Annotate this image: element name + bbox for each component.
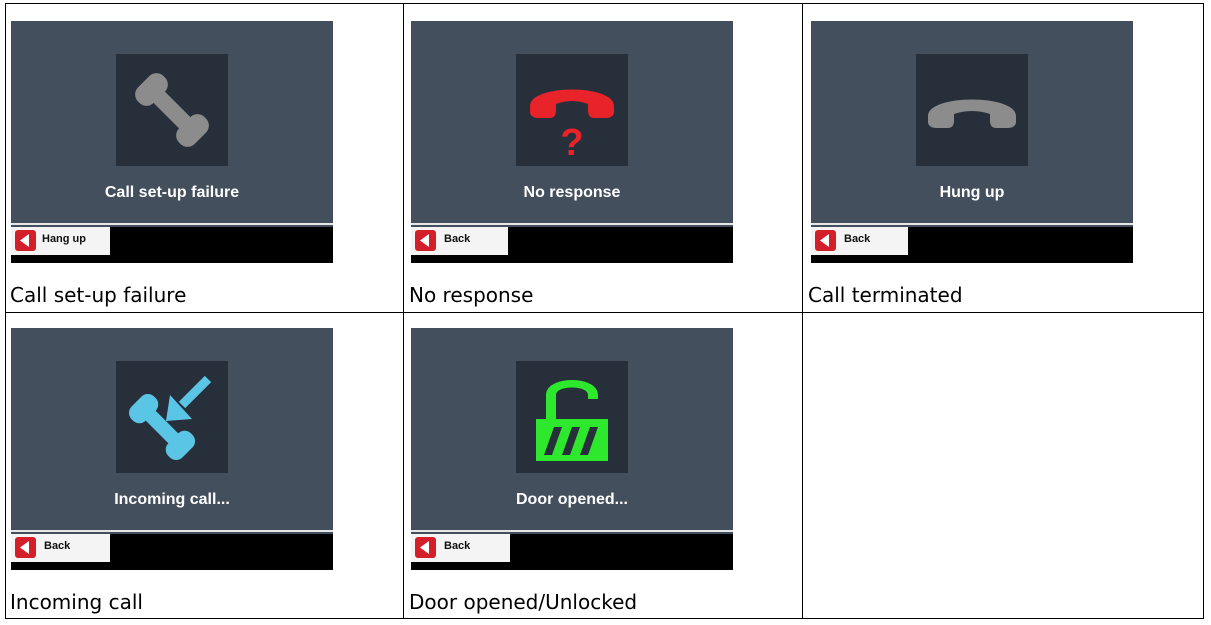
caption-call-terminated: Call terminated [808, 283, 963, 307]
screen-hung-up: Hung up Back [811, 21, 1133, 263]
screen-title: Door opened... [516, 491, 628, 508]
table-border-bottom [5, 618, 1204, 619]
back-arrow-icon [415, 537, 436, 558]
table-border-top [5, 3, 1204, 4]
table-border-row1 [5, 312, 1204, 313]
hang-up-button[interactable]: Hang up [11, 227, 110, 255]
svg-text:?: ? [560, 122, 583, 164]
button-label: Back [444, 233, 471, 245]
back-button[interactable]: Back [11, 534, 110, 562]
button-label: Back [444, 540, 471, 552]
back-arrow-icon [15, 537, 36, 558]
back-arrow-icon [815, 230, 836, 251]
incoming-call-icon [128, 375, 212, 461]
back-arrow-icon [15, 230, 36, 251]
screen-divider [811, 223, 1133, 225]
screen-title: Call set-up failure [104, 184, 240, 201]
screen-incoming-call: Incoming call... Back [11, 328, 333, 570]
icon-panel [116, 361, 228, 473]
table-border-col2 [802, 3, 803, 619]
states-table: Call set-up failure Hang up Call set-up … [5, 3, 1204, 619]
screen-title: No response [523, 184, 621, 201]
button-label: Back [844, 233, 871, 245]
table-border-right [1203, 3, 1204, 619]
back-button[interactable]: Back [811, 227, 908, 255]
screen-call-setup-failure: Call set-up failure Hang up [11, 21, 333, 263]
icon-panel [516, 361, 628, 473]
caption-door-opened: Door opened/Unlocked [409, 590, 638, 614]
caption-incoming-call: Incoming call [10, 590, 143, 614]
back-button[interactable]: Back [411, 534, 510, 562]
screen-divider [11, 530, 333, 532]
caption-call-setup-failure: Call set-up failure [10, 283, 187, 307]
button-label: Back [44, 540, 71, 552]
hung-up-phone-icon [928, 99, 1016, 128]
screen-title: Incoming call... [114, 491, 230, 508]
table-border-left [5, 3, 6, 619]
screen-divider [411, 530, 733, 532]
icon-panel [916, 54, 1028, 166]
icon-panel [116, 54, 228, 166]
screen-divider [11, 223, 333, 225]
screen-no-response: ? No response Back [411, 21, 733, 263]
table-border-col1 [403, 3, 404, 619]
phone-icon [135, 73, 209, 147]
back-arrow-icon [415, 230, 436, 251]
caption-no-response: No response [409, 283, 534, 307]
back-button[interactable]: Back [411, 227, 508, 255]
screen-divider [411, 223, 733, 225]
screen-title: Hung up [939, 184, 1005, 201]
screen-door-opened: Door opened... Back [411, 328, 733, 570]
button-label: Hang up [42, 233, 86, 245]
no-response-phone-icon: ? [530, 89, 614, 164]
icon-panel: ? [516, 54, 628, 166]
unlocked-padlock-icon [536, 380, 608, 461]
